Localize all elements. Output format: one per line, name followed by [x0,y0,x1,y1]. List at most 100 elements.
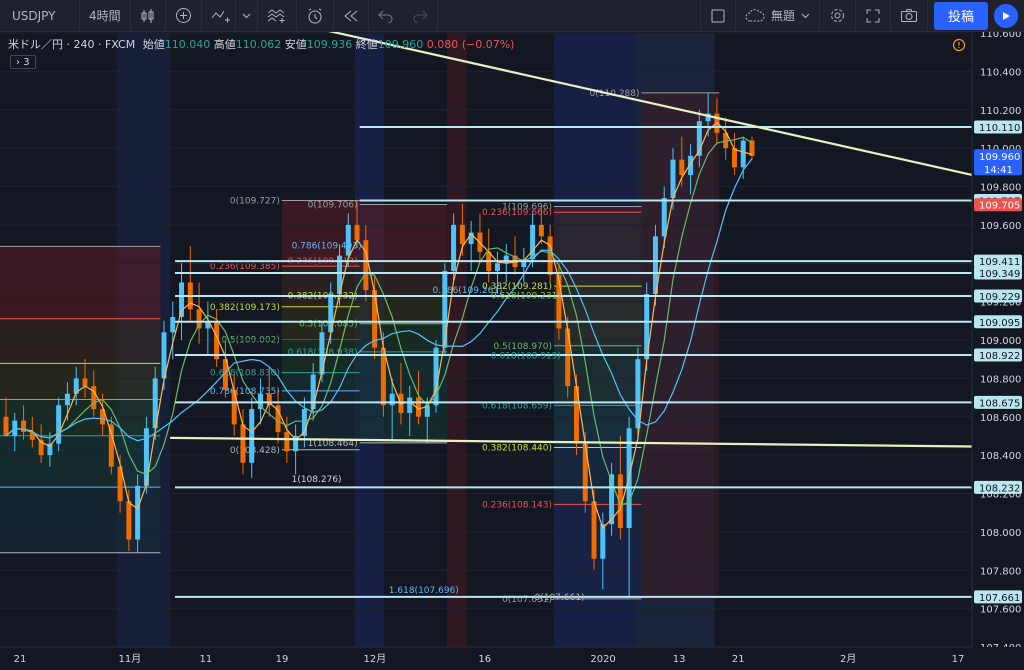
time-tick-label: 13 [673,654,686,665]
toolbar-right: 無題 投稿 [699,0,1024,32]
play-button[interactable] [994,3,1018,28]
time-axis-background [0,647,1024,670]
candle-body [319,332,325,375]
candle-body [442,270,448,348]
candle-body [82,378,88,387]
price-tag-label: 109.349 [979,269,1020,280]
cloud-icon [745,8,765,21]
fib-level-label: 0(108.428) [230,446,280,456]
interval-button[interactable]: 4時間 [80,0,131,32]
candle-body [494,263,500,271]
candle-body [459,224,465,245]
candle-body [731,148,737,168]
snapshot-button[interactable] [891,0,928,32]
fullscreen-button[interactable] [856,0,891,32]
candle-body [3,416,9,436]
fib-band [0,246,161,319]
fib-level-label: 0(107.661) [535,593,585,603]
price-tick-label: 108.800 [980,374,1021,385]
candle-body [600,524,606,559]
settings-button[interactable] [820,0,856,32]
indicator-icon [211,10,230,22]
rewind-icon [343,10,357,21]
fib-band [0,363,161,400]
plus-circle-icon [175,8,191,23]
price-tick-label: 108.000 [980,528,1021,539]
camera-icon [900,9,917,22]
candle-body [389,393,395,406]
symbol-label: USDJPY [12,8,56,23]
fib-level-label: 0.786(109.493) [292,241,362,251]
price-tick-label: 107.600 [980,605,1021,616]
price-tick-label: 109.800 [980,183,1021,194]
price-tag-label: 108.922 [979,351,1020,362]
template-label: 無題 [770,9,795,23]
price-tag-label: 109.705 [979,201,1020,212]
price-tag-label: 108.232 [979,483,1020,494]
layout-button[interactable] [699,0,736,32]
fib-level-label: 0(109.727) [230,197,280,207]
price-tick-label: 108.600 [980,413,1021,424]
undo-button[interactable] [369,0,403,32]
time-tick-label: 2020 [590,654,615,665]
symbol-search-button[interactable]: USDJPY [0,0,80,32]
time-tick-label: 17 [952,654,965,665]
time-tick-label: 16 [478,654,491,665]
fullscreen-icon [866,9,880,22]
candle-body [64,393,70,406]
fib-band [0,435,161,488]
candle-body [591,501,597,559]
price-tag-label: 109.095 [979,318,1020,329]
price-chart[interactable]: 0(109.488)0.236(109.111)0.382(108.878)0.… [0,0,1024,670]
candle-body [372,290,378,348]
time-tick-label: 2月 [840,653,856,665]
financials-icon [267,8,285,23]
fib-band [359,204,448,261]
fib-level-label: 0.5(108.970) [493,342,552,352]
publish-label: 投稿 [947,10,974,25]
legend-open-label: 始値 [142,38,165,51]
indicators-dropdown[interactable] [236,0,258,32]
fib-level-label: 0.236(108.143) [482,500,552,510]
template-button[interactable]: 無題 [736,0,820,32]
chart-type-button[interactable] [131,0,166,32]
replay-button[interactable] [334,0,369,32]
compare-button[interactable] [166,0,202,32]
candles-icon [141,8,154,23]
candle-body [310,374,316,410]
indicators-button[interactable] [202,0,236,32]
publish-button[interactable]: 投稿 [933,1,988,30]
legend-low-value: 109.936 [306,38,353,51]
warning-icon[interactable] [952,38,966,52]
play-icon [1003,11,1010,20]
chart-legend: 米ドル／円 · 240 · FXCM 始値110.040 高値110.062 安… [8,36,514,52]
gear-icon [830,9,844,22]
candle-body [407,397,413,413]
alert-button[interactable] [297,0,334,32]
legend-open-value: 110.040 [164,38,211,51]
legend-symbol-title[interactable]: 米ドル／円 · 240 · FXCM [8,38,135,51]
candle-body [126,501,132,540]
legend-low-label: 安値 [284,38,307,51]
candle-body [170,316,176,333]
fib-band [554,212,642,287]
time-tick-label: 19 [276,654,289,665]
alarm-clock-icon [308,8,322,23]
fib-level-label: 0.382(109.173) [210,303,280,313]
interval-label: 4時間 [89,9,121,23]
price-tick-label: 110.400 [980,67,1021,78]
fib-level-label: 1(108.276) [292,475,342,485]
legend-high-label: 高値 [213,38,236,51]
candle-body [249,409,255,463]
fib-level-label: 0.786(109.261) [433,286,503,296]
legend-high-value: 110.062 [235,38,282,51]
candle-body [108,424,114,467]
redo-button[interactable] [403,0,438,32]
candle-body [231,389,237,425]
price-tag-label: 109.229 [979,292,1020,303]
fib-level-label: 0.382(108.440) [482,443,552,453]
legend-collapse-button[interactable]: › 3 [10,55,36,69]
chevron-right-icon: › [16,56,24,68]
financials-button[interactable] [258,0,297,32]
fib-level-label: 0(109.706) [308,201,358,211]
